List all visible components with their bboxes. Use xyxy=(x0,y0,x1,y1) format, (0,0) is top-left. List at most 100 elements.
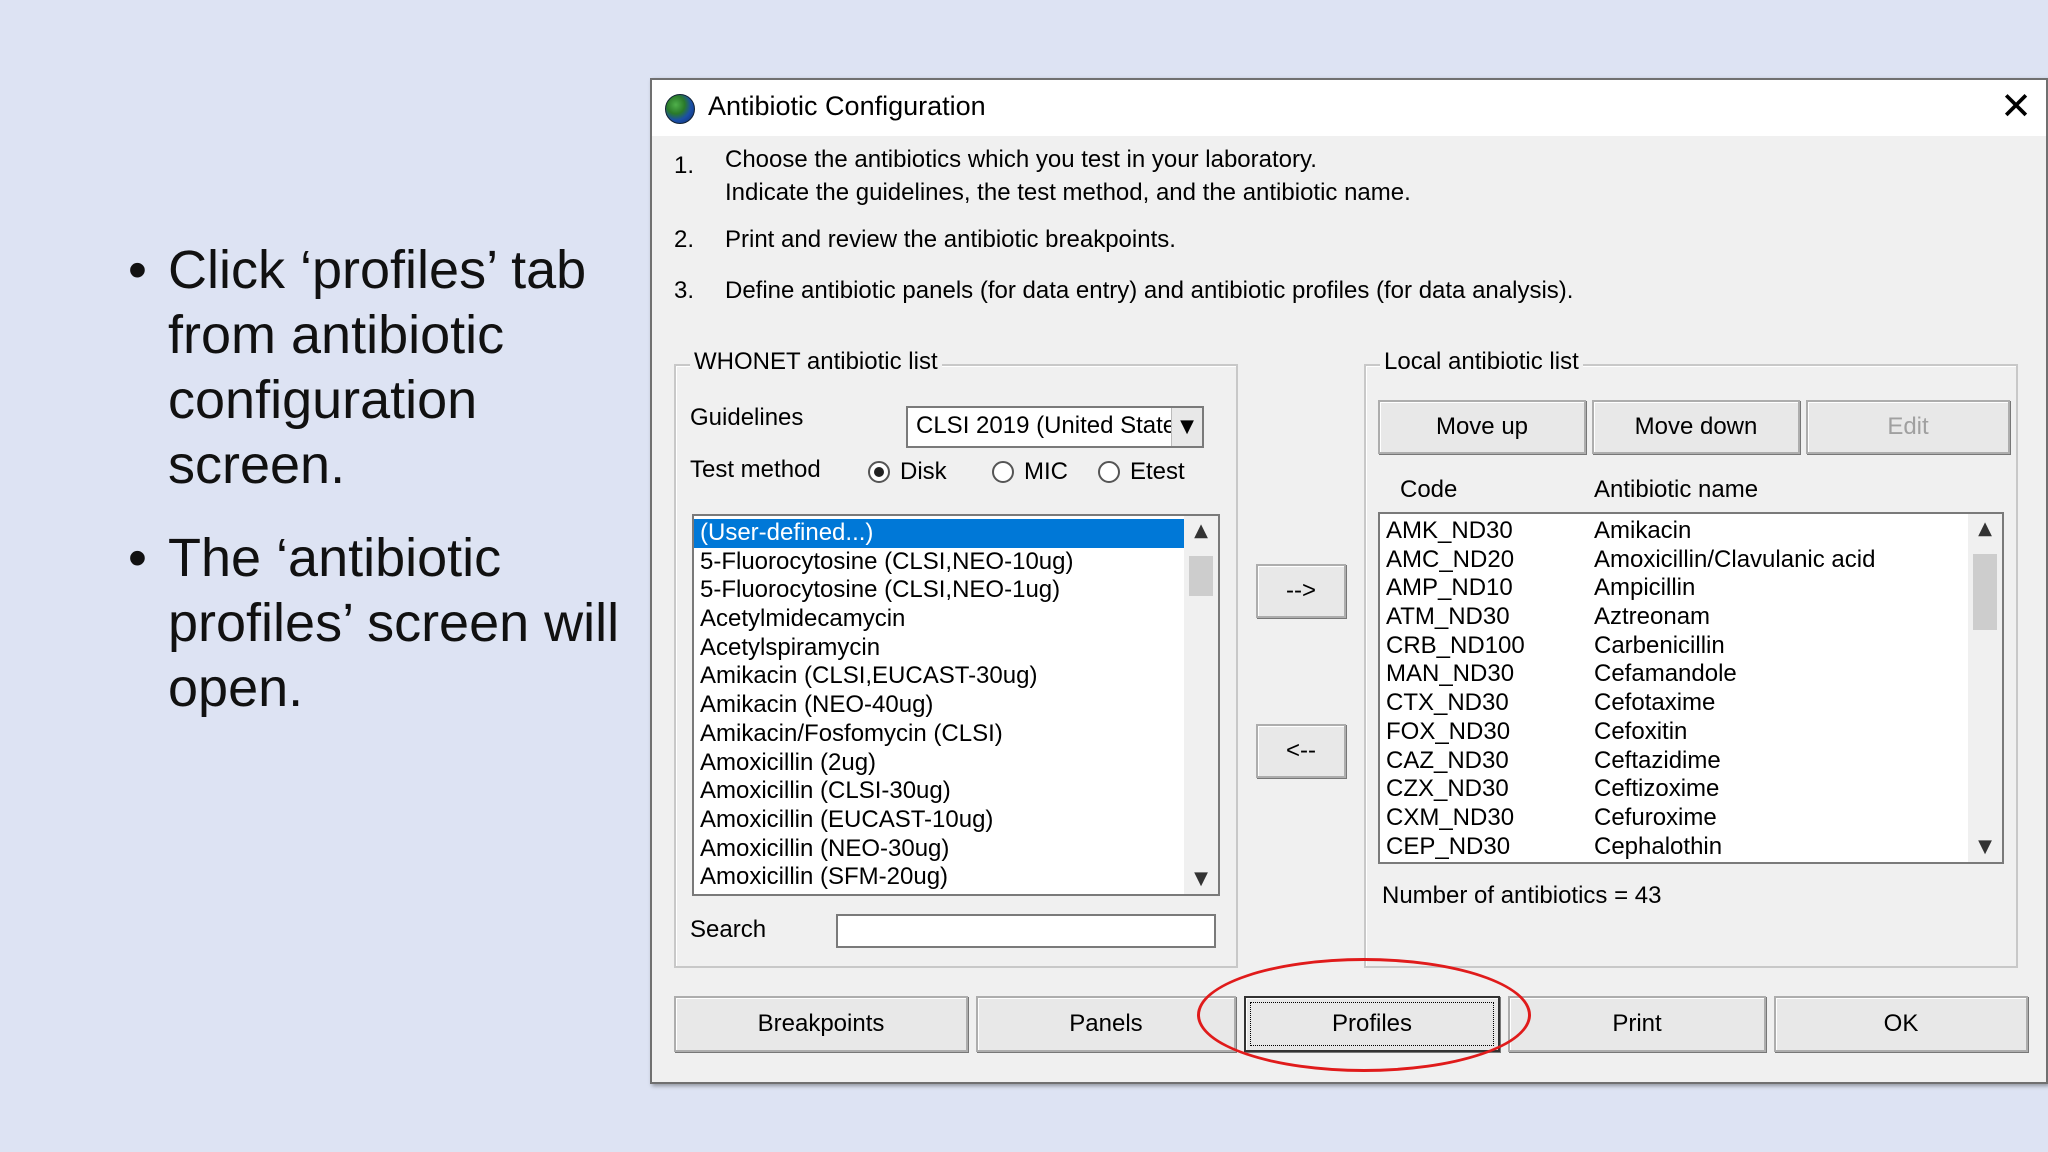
code-cell: CRB_ND100 xyxy=(1386,631,1525,659)
list-item[interactable]: 5-Fluorocytosine (CLSI,NEO-10ug) xyxy=(694,548,1184,577)
name-cell: Ceftizoxime xyxy=(1594,775,1720,803)
table-row[interactable]: AMK_ND30 Amikacin xyxy=(1380,517,1966,546)
bullet-marker: • xyxy=(128,240,147,300)
local-list-group: Local antibiotic list Move up Move down … xyxy=(1364,348,2018,968)
code-cell: CTX_ND30 xyxy=(1386,689,1509,717)
add-to-local-button[interactable]: --> xyxy=(1256,564,1346,618)
name-cell: Cephalothin xyxy=(1594,832,1723,860)
table-row[interactable]: CEP_ND30 Cephalothin xyxy=(1380,833,1966,862)
group-label: Local antibiotic list xyxy=(1380,348,1583,376)
name-cell: Cefoxitin xyxy=(1594,717,1688,745)
guidelines-label: Guidelines xyxy=(690,404,804,431)
list-item[interactable]: Amoxicillin (NEO-30ug) xyxy=(694,835,1184,864)
name-cell: Ceftazidime xyxy=(1594,746,1721,774)
antibiotic-count: Number of antibiotics = 43 xyxy=(1382,882,1662,909)
code-cell: AMK_ND30 xyxy=(1386,517,1513,544)
table-row[interactable]: CTX_ND30 Cefotaxime xyxy=(1380,689,1966,718)
instruction-number: 2. xyxy=(674,226,695,253)
column-header-code: Code xyxy=(1400,476,1458,503)
instruction-text: Print and review the antibiotic breakpoi… xyxy=(725,226,1176,253)
list-item[interactable]: (User-defined...) xyxy=(694,519,1184,548)
table-row[interactable]: AMP_ND10 Ampicillin xyxy=(1380,574,1966,603)
breakpoints-button[interactable]: Breakpoints xyxy=(674,996,968,1052)
table-row[interactable]: MAN_ND30 Cefamandole xyxy=(1380,660,1966,689)
scroll-thumb[interactable] xyxy=(1973,554,1997,630)
title-bar[interactable]: Antibiotic Configuration ✕ xyxy=(652,80,2046,136)
list-item[interactable]: Acetylspiramycin xyxy=(694,634,1184,663)
panels-button[interactable]: Panels xyxy=(976,996,1236,1052)
move-down-button[interactable]: Move down xyxy=(1592,400,1800,454)
name-cell: Amikacin xyxy=(1594,517,1692,544)
close-button[interactable]: ✕ xyxy=(1994,86,2038,130)
code-cell: CXM_ND30 xyxy=(1386,803,1515,831)
list-item[interactable]: Amoxicillin (EUCAST-10ug) xyxy=(694,806,1184,835)
dialog-title: Antibiotic Configuration xyxy=(708,91,986,121)
scroll-up-icon[interactable]: ▲ xyxy=(1184,516,1218,546)
vertical-scrollbar[interactable]: ▲ ▼ xyxy=(1184,516,1218,894)
remove-from-local-button[interactable]: <-- xyxy=(1256,724,1346,778)
bullet-text: The ‘antibiotic profiles’ screen will op… xyxy=(168,528,620,718)
list-item[interactable]: Amoxicillin (CLSI-30ug) xyxy=(694,777,1184,806)
guidelines-value: CLSI 2019 (United State xyxy=(916,412,1177,439)
code-cell: CAZ_ND30 xyxy=(1386,746,1509,774)
list-item[interactable]: Amoxicillin (2ug) xyxy=(694,749,1184,778)
guidelines-dropdown[interactable]: CLSI 2019 (United State ▼ xyxy=(906,406,1204,448)
radio-disk[interactable]: Disk xyxy=(868,458,947,486)
name-cell: Ampicillin xyxy=(1594,574,1696,602)
code-cell: CEP_ND30 xyxy=(1386,832,1511,860)
antibiotic-configuration-dialog: Antibiotic Configuration ✕ 1. Choose the… xyxy=(650,78,2048,1084)
table-row[interactable]: CXM_ND30 Cefuroxime xyxy=(1380,804,1966,833)
table-row[interactable]: CRB_ND100 Carbenicillin xyxy=(1380,632,1966,661)
local-antibiotic-listbox[interactable]: AMK_ND30 Amikacin AMC_ND20 Amoxicillin/Cla… xyxy=(1378,512,2004,864)
instruction-text: Define antibiotic panels (for data entry… xyxy=(725,277,1574,304)
radio-label: Disk xyxy=(900,458,947,485)
group-label: WHONET antibiotic list xyxy=(690,348,942,376)
ok-button[interactable]: OK xyxy=(1774,996,2028,1052)
move-up-button[interactable]: Move up xyxy=(1378,400,1586,454)
list-item[interactable]: 5-Fluorocytosine (CLSI,NEO-1ug) xyxy=(694,576,1184,605)
bullet-marker: • xyxy=(128,528,147,588)
code-cell: FOX_ND30 xyxy=(1386,717,1511,745)
table-row[interactable]: ATM_ND30 Aztreonam xyxy=(1380,603,1966,632)
radio-unchecked-icon[interactable] xyxy=(1098,461,1120,483)
chevron-down-icon[interactable]: ▼ xyxy=(1171,408,1202,446)
scroll-down-icon[interactable]: ▼ xyxy=(1968,832,2002,862)
slide-bullet-list: • Click ‘profiles’ tab from antibiotic c… xyxy=(128,238,628,749)
radio-mic[interactable]: MIC xyxy=(992,458,1068,486)
print-button[interactable]: Print xyxy=(1508,996,1766,1052)
list-item[interactable]: Amikacin (CLSI,EUCAST-30ug) xyxy=(694,662,1184,691)
instruction-number: 1. xyxy=(674,152,695,179)
list-item[interactable]: Acetylmidecamycin xyxy=(694,605,1184,634)
code-cell: CZX_ND30 xyxy=(1386,775,1509,803)
list-item[interactable]: Amoxicillin (SFM-20ug) xyxy=(694,863,1184,892)
scroll-up-icon[interactable]: ▲ xyxy=(1968,514,2002,544)
code-cell: MAN_ND30 xyxy=(1386,660,1515,688)
radio-unchecked-icon[interactable] xyxy=(992,461,1014,483)
column-header-name: Antibiotic name xyxy=(1594,476,1759,503)
radio-checked-icon[interactable] xyxy=(868,461,890,483)
scroll-thumb[interactable] xyxy=(1189,556,1213,596)
edit-button[interactable]: Edit xyxy=(1806,400,2010,454)
table-row[interactable]: AMC_ND20 Amoxicillin/Clavulanic acid xyxy=(1380,546,1966,575)
table-row[interactable]: CAZ_ND30 Ceftazidime xyxy=(1380,747,1966,776)
bullet-item: • Click ‘profiles’ tab from antibiotic c… xyxy=(128,238,628,498)
table-row[interactable]: FOX_ND30 Cefoxitin xyxy=(1380,718,1966,747)
table-row[interactable]: CZX_ND30 Ceftizoxime xyxy=(1380,775,1966,804)
radio-etest[interactable]: Etest xyxy=(1098,458,1185,486)
instruction-text: Indicate the guidelines, the test method… xyxy=(725,179,1411,206)
search-label: Search xyxy=(690,916,767,943)
name-cell: Cefamandole xyxy=(1594,660,1737,688)
list-item[interactable]: Amikacin/Fosfomycin (CLSI) xyxy=(694,720,1184,749)
search-input[interactable] xyxy=(836,914,1216,948)
whonet-antibiotic-listbox[interactable]: (User-defined...) 5-Fluorocytosine (CLSI… xyxy=(692,514,1220,896)
list-item[interactable]: Amikacin (NEO-40ug) xyxy=(694,691,1184,720)
scroll-down-icon[interactable]: ▼ xyxy=(1184,864,1218,894)
name-cell: Amoxicillin/Clavulanic acid xyxy=(1594,545,1876,573)
radio-label: Etest xyxy=(1130,458,1185,485)
bullet-text: Click ‘profiles’ tab from antibiotic con… xyxy=(168,240,587,495)
bullet-item: • The ‘antibiotic profiles’ screen will … xyxy=(128,526,628,721)
name-cell: Cefuroxime xyxy=(1594,803,1717,831)
vertical-scrollbar[interactable]: ▲ ▼ xyxy=(1968,514,2002,862)
radio-label: MIC xyxy=(1024,458,1068,485)
profiles-button[interactable]: Profiles xyxy=(1244,996,1500,1052)
